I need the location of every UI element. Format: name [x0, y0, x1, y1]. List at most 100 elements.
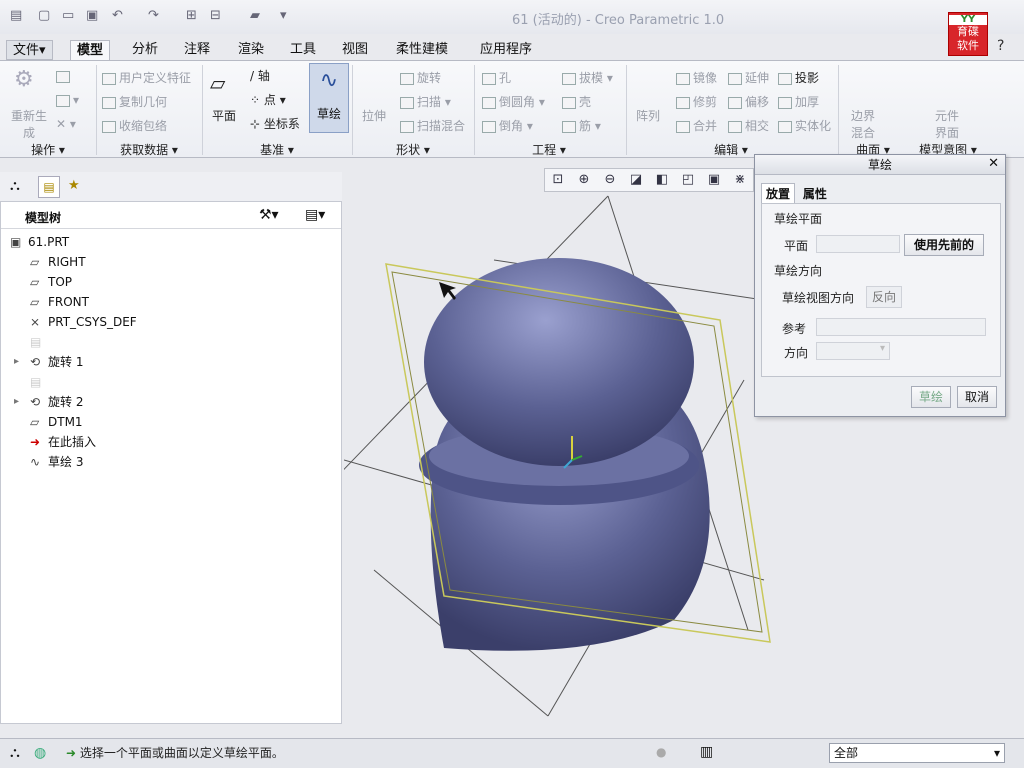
selection-filter[interactable]: 全部 ▾: [829, 743, 1005, 763]
revolve-icon: ⟲: [30, 355, 41, 369]
customize-qa-icon[interactable]: ▾: [280, 8, 287, 26]
solidify-button[interactable]: 实体化: [778, 117, 831, 134]
draft-button[interactable]: 拔模 ▾: [562, 69, 613, 86]
round-button[interactable]: 倒圆角 ▾: [482, 93, 545, 110]
merge-button[interactable]: 合并: [676, 117, 717, 134]
display-style-icon[interactable]: ◧: [649, 169, 675, 191]
status-dot-icon: ●: [656, 745, 667, 759]
copy-icon[interactable]: [56, 69, 73, 83]
component-interface-button[interactable]: 元件界面: [932, 107, 962, 141]
hidden-feature-icon: ▤: [30, 335, 42, 349]
trim-button[interactable]: 修剪: [676, 93, 717, 110]
group-datum[interactable]: 基准 ▾: [202, 141, 352, 157]
paste-icon[interactable]: ▾: [56, 93, 79, 107]
folder-browser-tab-icon[interactable]: ▤: [38, 176, 60, 198]
folder-icon[interactable]: ▭: [62, 8, 74, 26]
redo-icon[interactable]: ↷: [148, 8, 159, 26]
menu-model[interactable]: 模型: [70, 40, 111, 60]
axis-button[interactable]: / 轴: [250, 67, 270, 84]
prompt-arrow-icon: ➜: [66, 746, 77, 760]
refit-icon[interactable]: ⊡: [545, 169, 571, 191]
direction-dropdown[interactable]: ▾: [816, 342, 890, 360]
menu-applications[interactable]: 应用程序: [474, 40, 538, 60]
point-button[interactable]: ⁘ 点 ▾: [250, 91, 286, 108]
model-tree-header: 模型树 ⚒▾ ▤▾: [1, 205, 341, 229]
extend-button[interactable]: 延伸: [728, 69, 769, 86]
show-icon[interactable]: ▤▾: [305, 207, 325, 223]
tree-item-label: PRT_CSYS_DEF: [48, 315, 137, 329]
plane-field[interactable]: [816, 235, 900, 253]
regenerate-icon[interactable]: ⊞: [186, 8, 197, 26]
windows-icon[interactable]: ⊟: [210, 8, 221, 26]
selection-filter-icon[interactable]: ▥: [700, 744, 713, 760]
intersect-button[interactable]: 相交: [728, 117, 769, 134]
datum-display-icon[interactable]: ⋇: [727, 169, 753, 191]
plane-icon[interactable]: ▱: [210, 71, 225, 95]
repaint-icon[interactable]: ◪: [623, 169, 649, 191]
extrude-button[interactable]: 拉伸: [362, 107, 386, 124]
view-manager-icon[interactable]: ▣: [701, 169, 727, 191]
tab-properties[interactable]: 属性: [799, 184, 831, 204]
use-previous-button[interactable]: 使用先前的: [904, 234, 984, 256]
group-operations[interactable]: 操作 ▾: [0, 141, 96, 157]
tree-item-label: DTM1: [48, 415, 83, 429]
browser-toggle-icon[interactable]: ◍: [34, 745, 46, 761]
group-get-data[interactable]: 获取数据 ▾: [96, 141, 202, 157]
csys-button[interactable]: ⊹ 坐标系: [250, 115, 300, 132]
menu-annotate[interactable]: 注释: [178, 40, 216, 60]
thicken-button[interactable]: 加厚: [778, 93, 819, 110]
swept-blend-button[interactable]: 扫描混合: [400, 117, 465, 134]
saved-views-icon[interactable]: ◰: [675, 169, 701, 191]
regenerate-large-icon[interactable]: ⚙: [14, 67, 34, 92]
mirror-button[interactable]: 镜像: [676, 69, 717, 86]
favorites-tab-icon[interactable]: ★: [68, 178, 80, 193]
zoom-out-icon[interactable]: ⊖: [597, 169, 623, 191]
menu-tools[interactable]: 工具: [284, 40, 322, 60]
copy-geometry-button[interactable]: 复制几何: [102, 93, 167, 110]
menu-flexible-modeling[interactable]: 柔性建模: [390, 40, 454, 60]
udf-button[interactable]: 用户定义特征: [102, 69, 191, 86]
zoom-in-icon[interactable]: ⊕: [571, 169, 597, 191]
shrinkwrap-button[interactable]: 收缩包络: [102, 117, 167, 134]
flip-button[interactable]: 反向: [866, 286, 902, 308]
dome: [424, 258, 694, 466]
plane-button[interactable]: 平面: [212, 107, 236, 124]
menu-analysis[interactable]: 分析: [126, 40, 164, 60]
revolve-button[interactable]: 旋转: [400, 69, 441, 86]
reference-field[interactable]: [816, 318, 986, 336]
datum-plane-icon: ▱: [30, 415, 40, 429]
sweep-button[interactable]: 扫描 ▾: [400, 93, 451, 110]
tree-item-label: 旋转 1: [48, 355, 84, 369]
rib-button[interactable]: 筋 ▾: [562, 117, 601, 134]
chamfer-button[interactable]: 倒角 ▾: [482, 117, 533, 134]
status-message-text: 选择一个平面或曲面以定义草绘平面。: [79, 746, 284, 760]
settings-icon[interactable]: ⚒▾: [259, 207, 279, 223]
hole-button[interactable]: 孔: [482, 69, 511, 86]
tab-placement[interactable]: 放置: [761, 183, 796, 204]
group-engineering[interactable]: 工程 ▾: [474, 141, 624, 157]
close-window-icon[interactable]: ▰: [250, 8, 260, 26]
group-shapes[interactable]: 形状 ▾: [352, 141, 474, 157]
new-icon[interactable]: ▤: [10, 8, 22, 26]
project-button[interactable]: 投影: [778, 69, 819, 86]
menu-render[interactable]: 渲染: [232, 40, 270, 60]
cancel-button[interactable]: 取消: [957, 386, 997, 408]
pattern-button[interactable]: 阵列: [636, 107, 660, 124]
navigator-toggle-icon[interactable]: ⛬: [10, 745, 20, 761]
save-icon[interactable]: ▣: [86, 8, 98, 26]
close-icon[interactable]: ✕: [988, 156, 999, 171]
offset-button[interactable]: 偏移: [728, 93, 769, 110]
undo-icon[interactable]: ↶: [112, 8, 123, 26]
open-icon[interactable]: ▢: [38, 8, 50, 26]
expand-icon[interactable]: ▸: [14, 352, 19, 372]
menu-file[interactable]: 文件▾: [6, 40, 53, 60]
menu-view[interactable]: 视图: [336, 40, 374, 60]
sketch-button[interactable]: ∿ 草绘: [309, 63, 349, 133]
shell-button[interactable]: 壳: [562, 93, 591, 110]
model-tree-tab-icon[interactable]: ⛬: [10, 178, 20, 194]
delete-icon[interactable]: ✕ ▾: [56, 117, 76, 131]
expand-icon[interactable]: ▸: [14, 392, 19, 412]
boundary-blend-button[interactable]: 边界混合: [848, 107, 878, 141]
sketch-ok-button[interactable]: 草绘: [911, 386, 951, 408]
regenerate-button[interactable]: 重新生成: [10, 107, 48, 141]
